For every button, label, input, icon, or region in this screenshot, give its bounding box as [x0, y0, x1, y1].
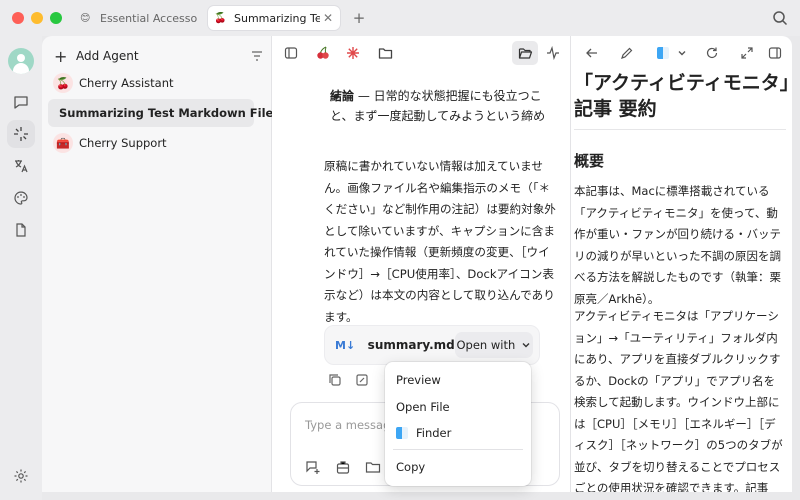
cherry-icon: 🍒	[53, 73, 73, 93]
attachment-box-icon[interactable]	[335, 459, 351, 475]
edit-icon[interactable]	[616, 43, 638, 63]
input-toolbar	[305, 459, 381, 475]
refresh-icon[interactable]	[701, 43, 723, 63]
avatar[interactable]	[8, 48, 34, 74]
bullet-item: 結論 — 日常的な状態把握にも役立つこと、まず一度起動してみようという締め	[330, 86, 554, 126]
activity-icon[interactable]	[542, 43, 564, 63]
chevron-down-icon	[521, 340, 531, 350]
file-name[interactable]: summary.md	[368, 338, 455, 352]
menu-item-copy[interactable]: Copy	[389, 455, 527, 479]
agents-sparkle-icon[interactable]	[7, 120, 35, 148]
menu-item-finder[interactable]: Finder	[389, 421, 527, 445]
asterisk-icon[interactable]	[342, 43, 364, 63]
finder-icon	[396, 427, 408, 439]
close-window-button[interactable]	[12, 12, 24, 24]
menu-item-preview[interactable]: Preview	[389, 368, 527, 392]
document-paragraph: アクティビティモニタは「アプリケーション」→「ユーティリティ」フォルダ内にあり、…	[574, 309, 783, 492]
open-with-label: Open with	[456, 338, 516, 352]
folder-link-icon[interactable]	[365, 459, 381, 475]
close-tab-icon[interactable]: ✕	[320, 11, 336, 25]
left-rail	[0, 36, 42, 500]
document-title: 「アクティビティモニタ」記事 要約	[574, 72, 790, 120]
palette-icon[interactable]	[7, 184, 35, 212]
settings-gear-icon[interactable]	[7, 462, 35, 490]
document-paragraph: 本記事は、Macに標準搭載されている「アクティビティモニタ」を使って、動作が重い…	[574, 184, 781, 306]
translate-icon[interactable]	[7, 152, 35, 180]
file-attachment-card: M↓ summary.md Open with	[324, 325, 540, 365]
files-icon[interactable]	[7, 216, 35, 244]
tab-essential-accessories[interactable]: 😊 Essential Accessories	[74, 6, 198, 30]
agent-item-cherry-support[interactable]: 🧰 Cherry Support	[48, 129, 254, 157]
zoom-window-button[interactable]	[50, 12, 62, 24]
folder-icon[interactable]	[374, 43, 396, 63]
plus-icon: +	[54, 46, 68, 66]
message-input-placeholder: Type a message	[305, 418, 398, 432]
edit-icon[interactable]	[355, 373, 369, 387]
agents-panel: + Add Agent 🍒 Cherry Assistant Summarizi…	[42, 36, 273, 492]
tab-label: Summarizing Test	[234, 11, 320, 25]
expand-icon[interactable]	[736, 43, 758, 63]
tab-label: Essential Accessories	[100, 11, 198, 25]
agent-label: Cherry Assistant	[79, 76, 174, 90]
open-with-menu: Preview Open File Finder Copy	[385, 362, 531, 486]
document-toolbar	[571, 36, 792, 70]
menu-item-label: Finder	[416, 426, 452, 440]
section-heading: 概要	[574, 152, 605, 170]
finder-icon	[657, 47, 669, 59]
chat-toolbar	[272, 36, 570, 70]
panel-toggle-icon[interactable]	[764, 43, 786, 63]
menu-divider	[393, 449, 523, 450]
chat-icon[interactable]	[7, 88, 35, 116]
open-folder-icon[interactable]	[512, 41, 538, 65]
copy-icon[interactable]	[328, 373, 342, 387]
bullet-text: — 日常的な状態把握にも役立つこと、まず一度起動してみようという締め	[330, 89, 546, 123]
agent-item-summarizing-test[interactable]: Summarizing Test Markdown File	[48, 99, 273, 127]
agent-item-cherry-assistant[interactable]: 🍒 Cherry Assistant	[48, 69, 254, 97]
add-agent-button[interactable]: + Add Agent	[54, 46, 264, 66]
filter-icon[interactable]	[250, 49, 264, 63]
sidebar-toggle-icon[interactable]	[280, 43, 302, 63]
agent-label: Summarizing Test Markdown File	[59, 106, 274, 120]
back-arrow-icon[interactable]	[581, 43, 603, 63]
add-agent-label: Add Agent	[76, 49, 139, 63]
open-with-button[interactable]: Open with	[454, 332, 533, 358]
tab-summarizing-test[interactable]: 🍒 Summarizing Test ✕	[208, 6, 340, 30]
bullet-bold-text: 結論	[330, 89, 355, 103]
finder-app-selector[interactable]	[653, 43, 691, 63]
title-bar: 😊 Essential Accessories 🍒 Summarizing Te…	[0, 0, 800, 36]
document-preview-panel: 「アクティビティモニタ」記事 要約 概要 本記事は、Macに標準搭載されている「…	[570, 36, 792, 492]
new-tab-button[interactable]: +	[350, 8, 368, 28]
menu-item-open-file[interactable]: Open File	[389, 395, 527, 419]
search-icon[interactable]	[772, 10, 788, 26]
cherry-logo-icon[interactable]	[312, 43, 334, 63]
message-paragraph: 原稿に書かれていない情報は加えていません。画像ファイル名や編集指示のメモ（「＊く…	[324, 159, 556, 324]
toolbox-icon: 🧰	[53, 133, 73, 153]
new-topic-icon[interactable]	[305, 459, 321, 475]
agent-label: Cherry Support	[79, 136, 167, 150]
cherry-icon: 🍒	[214, 12, 227, 24]
emoji-icon: 😊	[80, 12, 91, 24]
markdown-icon: M↓	[335, 338, 356, 352]
title-divider	[574, 129, 786, 130]
minimize-window-button[interactable]	[31, 12, 43, 24]
